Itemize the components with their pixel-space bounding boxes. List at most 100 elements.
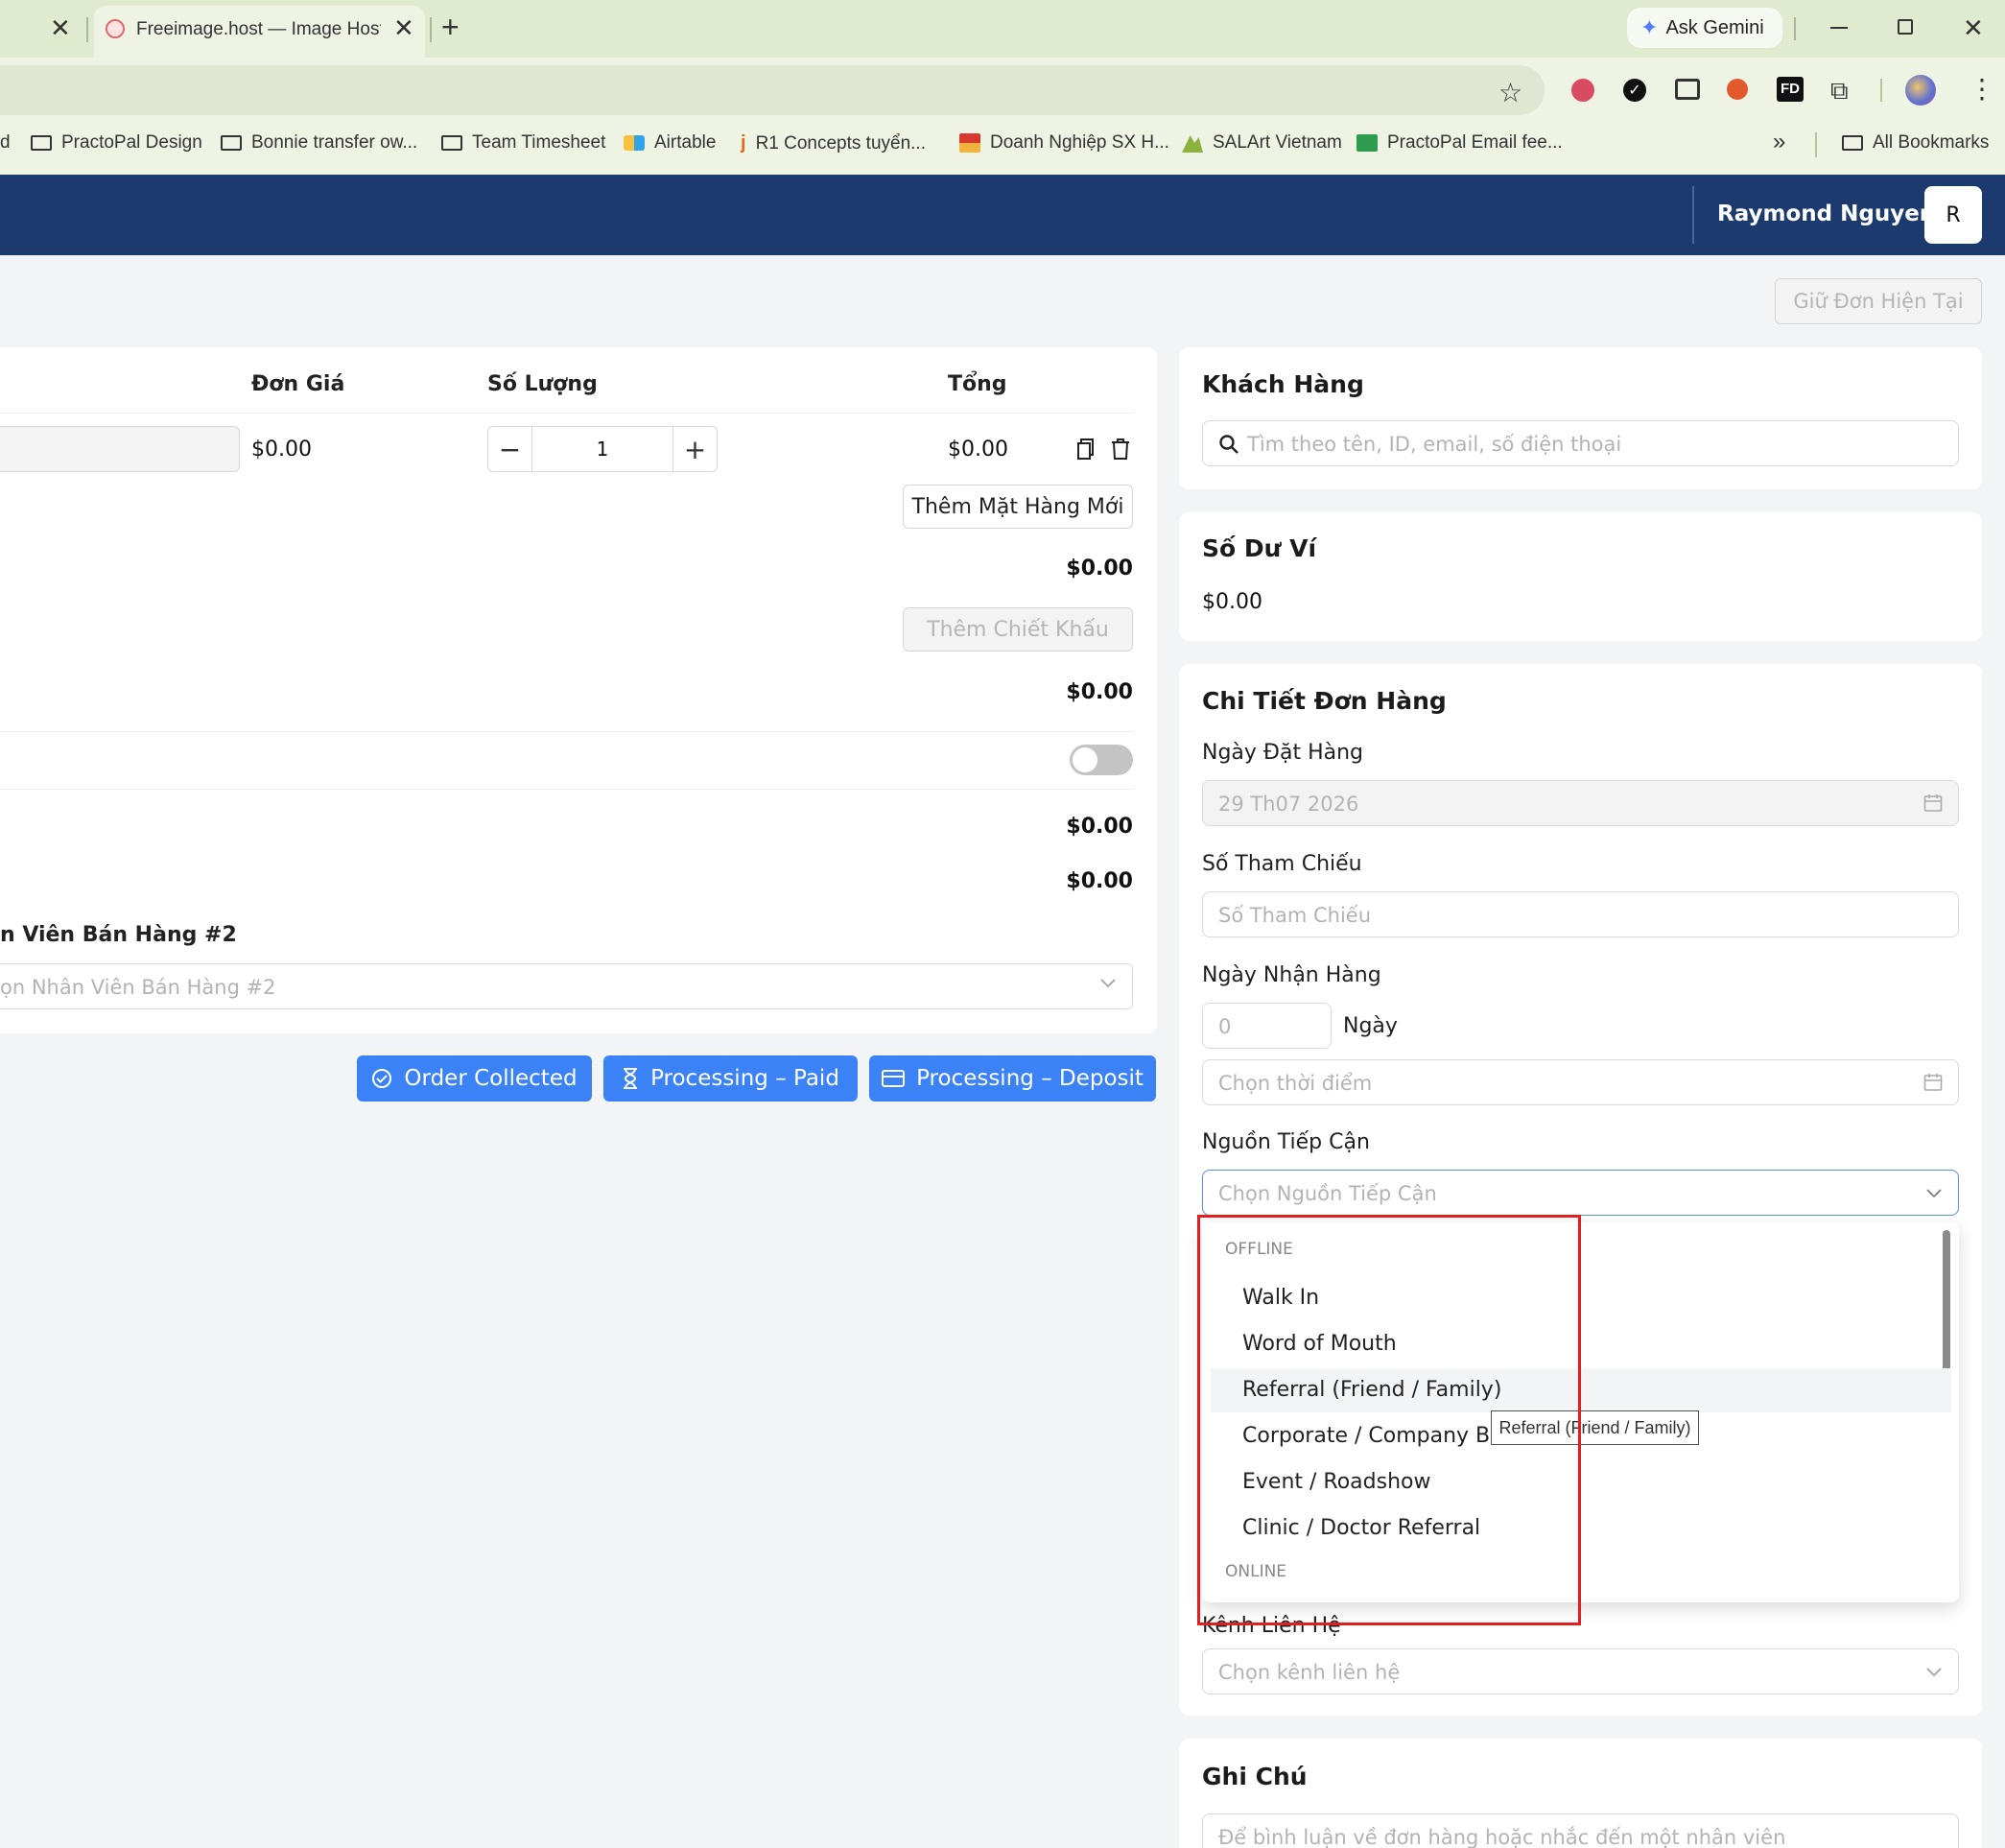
airtable-icon — [624, 135, 645, 151]
section-divider — [0, 731, 1134, 732]
credit-card-icon — [882, 1069, 906, 1088]
section-divider — [0, 789, 1134, 790]
folder-icon — [441, 135, 462, 151]
days-placeholder: 0 — [1218, 1015, 1232, 1038]
bookmark-item[interactable]: Bonnie transfer ow... — [221, 132, 417, 154]
total-value-1: $0.00 — [1066, 815, 1133, 839]
close-window-icon[interactable]: ✕ — [1963, 13, 1984, 43]
toggle-switch[interactable] — [1070, 745, 1133, 775]
processing-deposit-button[interactable]: Processing – Deposit — [869, 1055, 1156, 1102]
app-header — [0, 175, 2005, 255]
salart-icon — [1182, 135, 1203, 153]
order-date-label: Ngày Đặt Hàng — [1202, 741, 1363, 765]
fd-extension-icon[interactable]: FD — [1777, 77, 1804, 102]
add-item-button[interactable]: Thêm Mặt Hàng Mới — [903, 485, 1133, 529]
folder-icon — [31, 135, 52, 151]
column-price: Đơn Giá — [251, 372, 345, 396]
contact-channel-select[interactable]: Chọn kênh liên hệ — [1202, 1648, 1959, 1694]
new-tab-icon[interactable]: + — [441, 10, 460, 45]
bookmark-label: PractoPal Email fee... — [1387, 132, 1563, 153]
window-divider — [1794, 17, 1796, 40]
minimize-icon[interactable] — [1830, 27, 1848, 29]
delete-icon[interactable] — [1111, 438, 1130, 461]
toggle-knob — [1073, 747, 1097, 772]
decrease-quantity-button[interactable]: − — [488, 427, 532, 471]
ask-gemini-label: Ask Gemini — [1665, 16, 1764, 38]
user-name[interactable]: Raymond Nguyen — [1717, 201, 1935, 226]
order-collected-label: Order Collected — [404, 1066, 578, 1091]
order-details-title: Chi Tiết Đơn Hàng — [1202, 687, 1447, 715]
close-prev-tab-icon[interactable]: ✕ — [50, 13, 71, 43]
user-avatar[interactable]: R — [1924, 186, 1982, 244]
search-icon — [1218, 434, 1239, 455]
tab-favicon-icon — [106, 19, 125, 38]
bookmark-item[interactable]: j R1 Concepts tuyển... — [741, 132, 926, 154]
total-value-2: $0.00 — [1066, 869, 1133, 893]
notes-placeholder: Để bình luận về đơn hàng hoặc nhắc đến m… — [1218, 1826, 1786, 1848]
bookmark-label: PractoPal Design — [61, 132, 202, 153]
order-date-field[interactable]: 29 Th07 2026 — [1202, 780, 1959, 826]
reference-label: Số Tham Chiếu — [1202, 852, 1362, 876]
sales-staff-2-select[interactable]: ọn Nhân Viên Bán Hàng #2 — [0, 963, 1133, 1009]
source-select[interactable]: Chọn Nguồn Tiếp Cận — [1202, 1170, 1959, 1216]
bookmark-item[interactable]: PractoPal Design — [31, 132, 202, 154]
bookmark-label: Airtable — [654, 132, 717, 153]
bookmark-item[interactable]: Team Timesheet — [441, 132, 605, 154]
calendar-icon — [1923, 794, 1943, 813]
discount-total-value: $0.00 — [1066, 680, 1133, 704]
time-picker-input[interactable]: Chọn thời điểm — [1202, 1059, 1959, 1105]
bookmark-item[interactable]: Airtable — [624, 132, 716, 154]
wallet-title: Số Dư Ví — [1202, 534, 1317, 562]
reference-input[interactable]: Số Tham Chiếu — [1202, 891, 1959, 937]
restore-icon[interactable] — [1898, 19, 1913, 35]
toolbar-divider — [1880, 79, 1882, 102]
folder-icon — [1842, 135, 1863, 151]
tab-title: Freeimage.host — Image Hostin — [136, 19, 381, 39]
all-bookmarks-label: All Bookmarks — [1873, 132, 1990, 153]
bookmark-item[interactable]: PractoPal Email fee... — [1356, 132, 1563, 154]
close-tab-icon[interactable]: ✕ — [393, 13, 414, 43]
bookmark-item[interactable]: SALArt Vietnam — [1182, 132, 1342, 154]
bookmark-item[interactable]: Doanh Nghiệp SX H... — [959, 132, 1169, 154]
calendar-icon — [1923, 1073, 1943, 1092]
order-date-value: 29 Th07 2026 — [1218, 793, 1359, 816]
order-collected-button[interactable]: Order Collected — [357, 1055, 592, 1102]
processing-paid-button[interactable]: Processing – Paid — [603, 1055, 858, 1102]
customer-title: Khách Hàng — [1202, 370, 1364, 398]
profile-avatar-icon[interactable] — [1905, 75, 1936, 106]
hold-order-button[interactable]: Giữ Đơn Hiện Tại — [1775, 278, 1982, 324]
wallet-card — [1179, 512, 1982, 641]
browser-menu-icon[interactable]: ⋮ — [1969, 73, 1995, 105]
customer-search-placeholder: Tìm theo tên, ID, email, số điện thoại — [1247, 433, 1622, 456]
days-input[interactable]: 0 — [1202, 1003, 1332, 1049]
extension-icon-1[interactable] — [1571, 79, 1594, 102]
processing-paid-label: Processing – Paid — [650, 1066, 839, 1091]
extension-icon-2[interactable]: ✓ — [1623, 79, 1646, 102]
row-total: $0.00 — [948, 438, 1008, 462]
product-input[interactable] — [0, 426, 240, 472]
extension-icon-3[interactable] — [1727, 79, 1748, 100]
extensions-puzzle-icon[interactable]: ⧉ — [1830, 77, 1849, 107]
customer-search-input[interactable]: Tìm theo tên, ID, email, số điện thoại — [1202, 420, 1959, 466]
sales-staff-2-label: n Viên Bán Hàng #2 — [0, 923, 237, 947]
bookmark-label: Team Timesheet — [472, 132, 606, 153]
address-bar[interactable] — [0, 65, 1545, 115]
notes-input[interactable]: Để bình luận về đơn hàng hoặc nhắc đến m… — [1202, 1813, 1959, 1848]
all-bookmarks[interactable]: All Bookmarks — [1842, 132, 1989, 154]
site-favicon-icon — [959, 133, 980, 153]
ask-gemini-button[interactable]: ✦ Ask Gemini — [1627, 8, 1782, 48]
quantity-stepper[interactable]: − 1 + — [487, 426, 718, 472]
bookmark-star-icon[interactable]: ☆ — [1498, 77, 1522, 108]
increase-quantity-button[interactable]: + — [672, 427, 717, 471]
folder-icon — [221, 135, 242, 151]
screenshot-icon[interactable] — [1675, 79, 1700, 100]
bookmark-label: SALArt Vietnam — [1213, 132, 1342, 153]
notes-title: Ghi Chú — [1202, 1763, 1308, 1790]
processing-deposit-label: Processing – Deposit — [916, 1066, 1144, 1091]
copy-icon[interactable] — [1076, 438, 1094, 460]
column-quantity: Số Lượng — [487, 372, 598, 396]
chevron-down-icon — [1925, 1663, 1943, 1680]
quantity-value[interactable]: 1 — [532, 427, 672, 471]
more-bookmarks-icon[interactable]: » — [1773, 129, 1785, 155]
add-discount-button[interactable]: Thêm Chiết Khấu — [903, 607, 1133, 652]
